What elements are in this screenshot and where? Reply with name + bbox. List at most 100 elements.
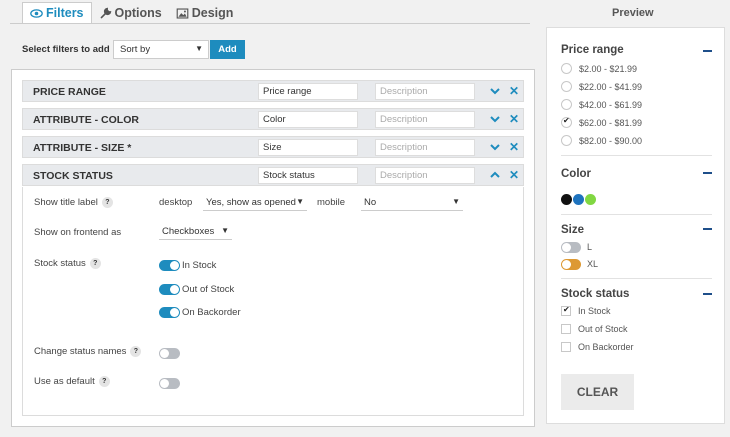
tab-filters[interactable]: Filters [22, 2, 92, 24]
select-value: Sort by [120, 44, 151, 55]
filters-panel: PRICE RANGE Price range Description ✕ AT… [11, 69, 535, 427]
in-stock-toggle[interactable] [159, 260, 180, 271]
chevron-down-icon[interactable] [489, 141, 501, 153]
remove-filter-icon[interactable]: ✕ [509, 140, 519, 154]
stock-status-label: Stock status ? [34, 258, 101, 269]
filter-description-input[interactable]: Description [375, 83, 475, 100]
dropdown-arrow-icon: ▼ [296, 197, 304, 206]
mobile-label: mobile [317, 197, 345, 208]
filter-type-select[interactable]: Sort by ▼ [113, 40, 209, 59]
in-stock-label: In Stock [182, 260, 217, 271]
remove-filter-icon[interactable]: ✕ [509, 84, 519, 98]
option-label: Use as default [34, 376, 95, 387]
option-label: Stock status [34, 258, 86, 269]
collapse-icon[interactable] [703, 50, 712, 52]
section-divider [561, 214, 712, 215]
desktop-display-select[interactable]: Yes, show as opened ▼ [203, 195, 307, 211]
filter-label-input[interactable]: Stock status [258, 167, 358, 184]
filter-row-price-range[interactable]: PRICE RANGE Price range Description ✕ [22, 80, 524, 102]
price-option-radio[interactable] [561, 81, 572, 92]
on-backorder-toggle[interactable] [159, 307, 180, 318]
toggle-knob [160, 379, 169, 388]
size-xl-toggle[interactable] [561, 259, 581, 270]
remove-filter-icon[interactable]: ✕ [509, 112, 519, 126]
tab-options[interactable]: Options [92, 2, 169, 24]
tab-bar: Filters Options Design [22, 2, 240, 24]
price-option-label: $2.00 - $21.99 [579, 64, 638, 74]
price-option-radio[interactable] [561, 135, 572, 146]
out-of-stock-toggle[interactable] [159, 284, 180, 295]
price-option-radio[interactable] [561, 116, 572, 128]
dropdown-arrow-icon: ▼ [195, 44, 203, 53]
color-swatch-black[interactable] [561, 194, 572, 205]
filter-description-input[interactable]: Description [375, 139, 475, 156]
clear-button[interactable]: CLEAR [561, 374, 634, 410]
tab-label: Design [191, 6, 234, 20]
toggle-knob [170, 308, 179, 317]
filter-row-size[interactable]: ATTRIBUTE - SIZE * Size Description ✕ [22, 136, 524, 158]
preview-panel: Price range $2.00 - $21.99 $22.00 - $41.… [546, 27, 725, 424]
toggle-knob [562, 260, 571, 269]
filter-description-input[interactable]: Description [375, 111, 475, 128]
dropdown-arrow-icon: ▼ [221, 226, 229, 235]
select-filters-label: Select filters to add [22, 44, 110, 55]
filter-label-input[interactable]: Price range [258, 83, 358, 100]
stock-status-heading: Stock status [561, 288, 630, 300]
mobile-display-select[interactable]: No ▼ [361, 195, 463, 211]
tab-label: Options [114, 6, 162, 20]
eye-icon [30, 8, 43, 18]
chevron-down-icon[interactable] [489, 113, 501, 125]
dropdown-arrow-icon: ▼ [452, 197, 460, 206]
add-filter-button[interactable]: Add [210, 40, 245, 59]
color-heading: Color [561, 168, 592, 180]
help-icon[interactable]: ? [101, 197, 113, 208]
price-option-label: $62.00 - $81.99 [579, 118, 643, 128]
chevron-up-icon[interactable] [489, 169, 501, 181]
frontend-display-select[interactable]: Checkboxes ▼ [159, 224, 232, 240]
color-swatch-blue[interactable] [573, 194, 584, 205]
price-option-label: $42.00 - $61.99 [579, 100, 643, 110]
show-frontend-label: Show on frontend as [34, 227, 122, 238]
color-swatch-green[interactable] [585, 194, 596, 205]
help-icon[interactable]: ? [89, 258, 101, 269]
help-icon[interactable]: ? [130, 346, 142, 357]
filter-row-stock-status[interactable]: STOCK STATUS Stock status Description ✕ [22, 164, 524, 186]
toggle-knob [562, 243, 571, 252]
stock-status-settings: Show title label ? desktop Yes, show as … [22, 187, 524, 416]
filter-description-input[interactable]: Description [375, 167, 475, 184]
help-icon[interactable]: ? [98, 376, 110, 387]
size-option-label: L [587, 242, 593, 252]
toggle-knob [170, 261, 179, 270]
size-heading: Size [561, 224, 585, 236]
filter-row-color[interactable]: ATTRIBUTE - COLOR Color Description ✕ [22, 108, 524, 130]
stock-option-checkbox[interactable] [561, 342, 571, 352]
stock-option-checkbox[interactable] [561, 324, 571, 334]
desktop-label: desktop [159, 197, 193, 208]
use-as-default-label: Use as default ? [34, 376, 110, 387]
filter-title: PRICE RANGE [33, 86, 106, 98]
change-status-names-toggle[interactable] [159, 348, 180, 359]
use-as-default-toggle[interactable] [159, 378, 180, 389]
collapse-icon[interactable] [703, 293, 712, 295]
price-option-radio[interactable] [561, 63, 572, 74]
filter-label-input[interactable]: Color [258, 111, 358, 128]
size-l-toggle[interactable] [561, 242, 581, 253]
show-title-label: Show title label ? [34, 197, 113, 208]
filter-title: ATTRIBUTE - SIZE * [33, 142, 132, 154]
stock-option-label: In Stock [578, 306, 611, 316]
stock-option-checkbox[interactable] [561, 305, 571, 316]
toggle-knob [170, 285, 179, 294]
collapse-icon[interactable] [703, 172, 712, 174]
size-option-label: XL [587, 259, 599, 269]
chevron-down-icon[interactable] [489, 85, 501, 97]
filter-label-input[interactable]: Size [258, 139, 358, 156]
on-backorder-label: On Backorder [182, 307, 241, 318]
section-divider [561, 278, 712, 279]
price-option-radio[interactable] [561, 99, 572, 110]
remove-filter-icon[interactable]: ✕ [509, 168, 519, 182]
tab-design[interactable]: Design [169, 2, 241, 24]
collapse-icon[interactable] [703, 228, 712, 230]
preview-title: Preview [612, 7, 654, 19]
wrench-icon [100, 7, 111, 18]
select-value: No [364, 197, 377, 208]
